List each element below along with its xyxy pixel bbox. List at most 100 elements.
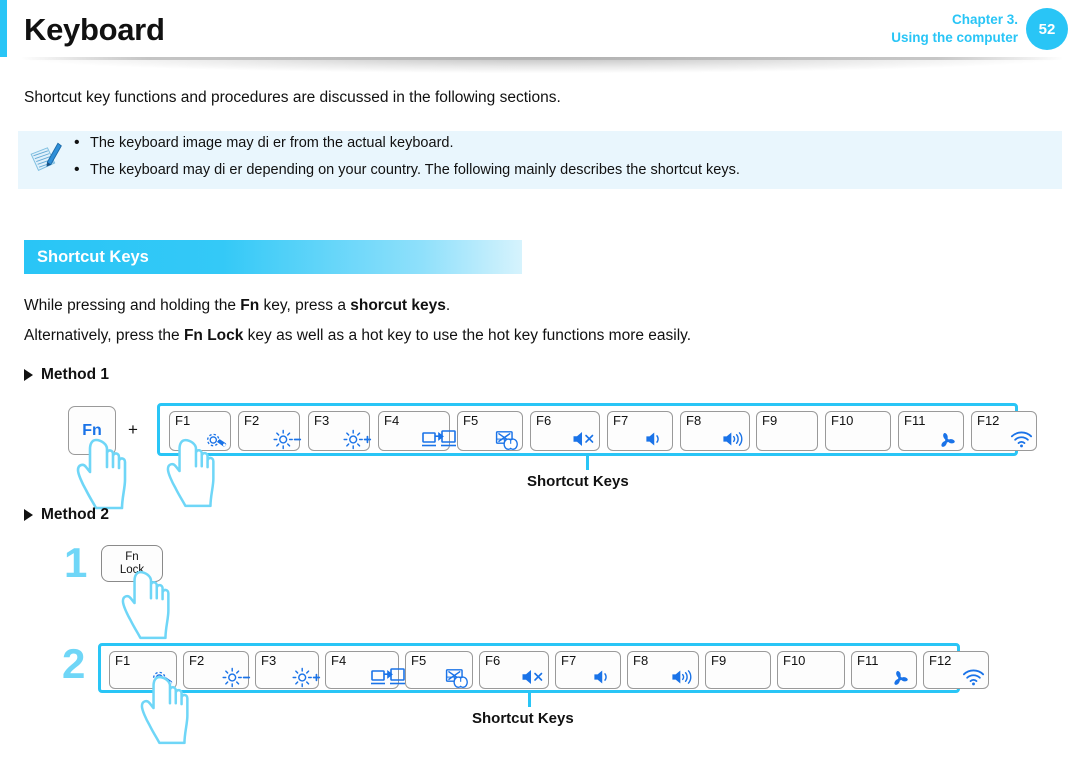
function-key-f10-method1[interactable]: F10 (825, 411, 891, 451)
function-key-f2-method1[interactable]: F2 (238, 411, 302, 451)
shortcut-keys-name: shorcut keys (350, 297, 446, 314)
pointing-hand-icon (140, 675, 198, 745)
key-label: F1 (115, 653, 131, 668)
step-number-2: 2 (62, 640, 86, 687)
note-item: • The keyboard image may di er from the … (74, 134, 740, 151)
paragraph-text: . (445, 297, 451, 314)
callout-tick-method1 (586, 456, 589, 470)
section-header-bar: Shortcut Keys (24, 240, 522, 274)
note-box: • The keyboard image may di er from the … (18, 131, 1062, 189)
function-key-f12-method2[interactable]: F12 (923, 651, 989, 689)
function-key-f11-method1[interactable]: F11 (898, 411, 964, 451)
external-display-icon (422, 430, 456, 448)
function-key-f7-method2[interactable]: F7 (555, 651, 621, 689)
note-bullet-icon: • (74, 161, 80, 178)
function-key-f5-method1[interactable]: F5 (457, 411, 523, 451)
function-key-f4-method2[interactable]: F4 (325, 651, 405, 689)
function-key-f9-method2[interactable]: F9 (705, 651, 771, 689)
fan-silent-mode-icon (936, 430, 958, 448)
key-label: F4 (384, 413, 400, 428)
touchpad-off-icon (495, 430, 518, 450)
volume-mute-icon (521, 668, 543, 686)
volume-down-icon (593, 668, 615, 686)
function-key-row-method1: F1 F2 F3 F4 F5 F6 F7 F8 F9 F10 F11 F12 (157, 403, 1037, 456)
wireless-wifi-icon (1009, 430, 1033, 448)
key-label: F7 (613, 413, 629, 428)
chapter-name: Using the computer (891, 30, 1018, 45)
note-pencil-icon (29, 142, 65, 176)
fn-lock-line-1: Fn (125, 551, 139, 563)
chapter-info: Chapter 3. Using the computer (891, 11, 1018, 47)
paragraph-text: While pressing and holding the (24, 297, 241, 314)
key-label: F6 (485, 653, 501, 668)
method-2-heading: Method 2 (24, 506, 109, 524)
key-label: F2 (189, 653, 205, 668)
function-key-f6-method2[interactable]: F6 (479, 651, 549, 689)
key-label: F12 (929, 653, 952, 668)
brightness-down-icon (272, 429, 302, 450)
pointing-hand-icon (121, 570, 179, 640)
key-label: F11 (904, 413, 926, 428)
paragraph-text: key, press a (259, 297, 351, 314)
page-title: Keyboard (24, 12, 165, 47)
header-accent-bar (0, 0, 7, 57)
key-label: F9 (762, 413, 778, 428)
key-label: F2 (244, 413, 260, 428)
function-key-row-method2: F1 F2 F3 F4 F5 F6 F7 F8 F9 F10 F11 F12 (98, 643, 989, 693)
function-key-f8-method1[interactable]: F8 (680, 411, 750, 451)
function-key-f6-method1[interactable]: F6 (530, 411, 600, 451)
key-label: F10 (783, 653, 806, 668)
chapter-number: Chapter 3. (951, 12, 1018, 27)
key-label: F8 (686, 413, 702, 428)
callout-label-method2: Shortcut Keys (472, 710, 574, 727)
function-key-f3-method2[interactable]: F3 (255, 651, 321, 689)
function-key-f10-method2[interactable]: F10 (777, 651, 845, 689)
plus-sign: + (128, 420, 138, 439)
function-key-f5-method2[interactable]: F5 (405, 651, 473, 689)
volume-up-icon (671, 668, 693, 686)
section-title: Shortcut Keys (37, 247, 149, 266)
function-key-f9-method1[interactable]: F9 (756, 411, 818, 451)
key-label: F12 (977, 413, 1000, 428)
method-2-label: Method 2 (41, 506, 110, 523)
function-key-f12-method1[interactable]: F12 (971, 411, 1037, 451)
volume-up-icon (722, 430, 744, 448)
volume-down-icon (645, 430, 667, 448)
key-label: F10 (831, 413, 854, 428)
key-label: F9 (711, 653, 727, 668)
fn-lock-key-name: Fn Lock (183, 327, 244, 344)
intro-paragraph: Shortcut key functions and procedures ar… (24, 89, 561, 106)
function-key-f11-method2[interactable]: F11 (851, 651, 917, 689)
triangle-bullet-icon (24, 369, 33, 381)
function-key-f7-method1[interactable]: F7 (607, 411, 673, 451)
function-key-f4-method1[interactable]: F4 (378, 411, 456, 451)
touchpad-off-icon (445, 668, 468, 688)
instruction-paragraph-2: Alternatively, press the Fn Lock key as … (24, 327, 691, 345)
brightness-up-icon (291, 667, 321, 688)
pointing-hand-icon (76, 438, 136, 510)
paragraph-text: key as well as a hot key to use the hot … (243, 327, 692, 344)
key-label: F11 (857, 653, 879, 668)
note-item-text: The keyboard image may di er from the ac… (90, 135, 454, 151)
note-item-text: The keyboard may di er depending on your… (90, 162, 740, 178)
fan-silent-mode-icon (889, 668, 911, 686)
key-label: F4 (331, 653, 347, 668)
key-label: F1 (175, 413, 191, 428)
key-label: F7 (561, 653, 577, 668)
note-bullet-icon: • (74, 134, 80, 151)
key-label: F3 (314, 413, 330, 428)
page-header: Keyboard Chapter 3. Using the computer 5… (0, 0, 1080, 73)
instruction-paragraph-1: While pressing and holding the Fn key, p… (24, 297, 450, 315)
step-number-1: 1 (64, 539, 88, 586)
method-1-heading: Method 1 (24, 366, 109, 384)
method-1-label: Method 1 (41, 366, 110, 383)
callout-tick-method2 (528, 693, 531, 707)
brightness-down-icon (221, 667, 251, 688)
volume-mute-icon (572, 430, 594, 448)
function-key-f3-method1[interactable]: F3 (308, 411, 372, 451)
note-list: • The keyboard image may di er from the … (74, 134, 740, 190)
key-label: F5 (463, 413, 479, 428)
key-label: F5 (411, 653, 427, 668)
function-key-f8-method2[interactable]: F8 (627, 651, 699, 689)
key-label: F3 (261, 653, 277, 668)
